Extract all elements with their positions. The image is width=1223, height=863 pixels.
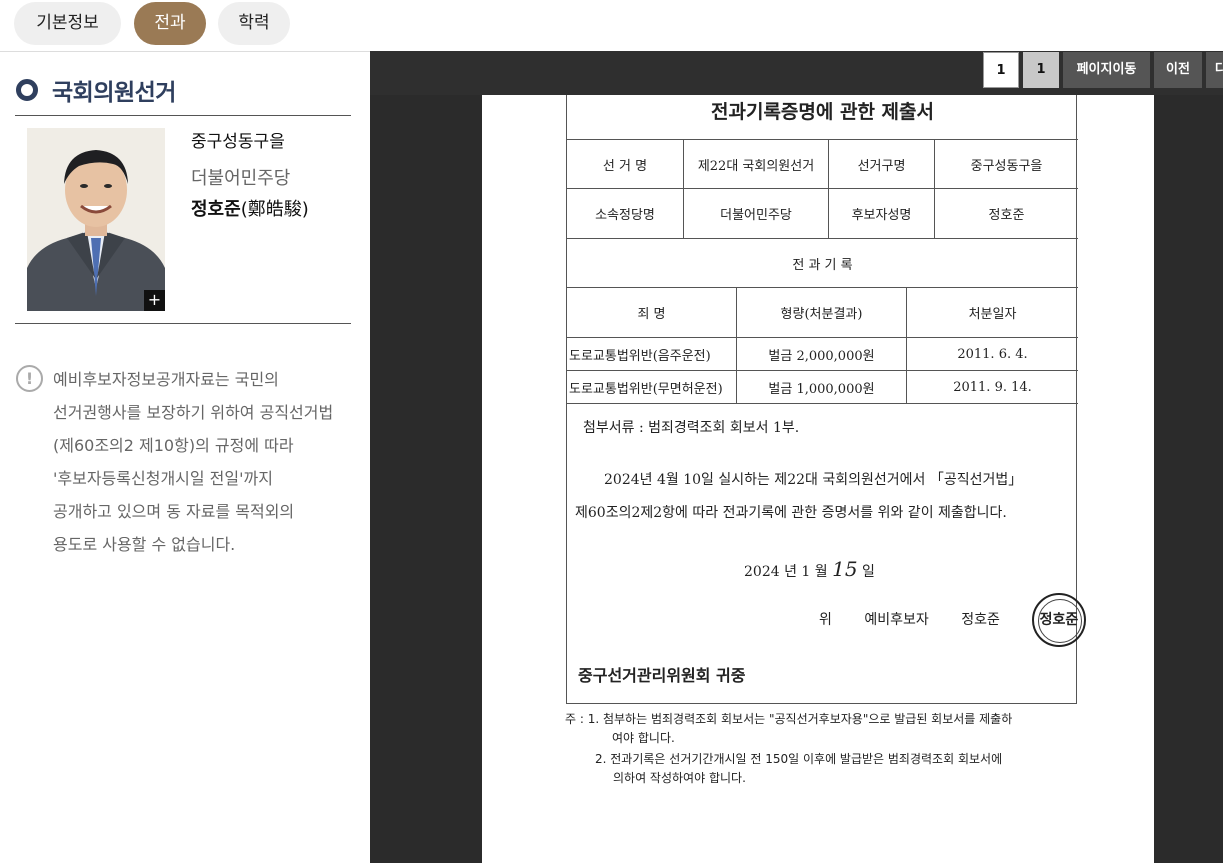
tab-basic-info[interactable]: 기본정보 bbox=[14, 2, 121, 45]
candidate-photo bbox=[27, 128, 165, 311]
signature-line: 위 예비후보자 정호준 bbox=[819, 609, 1028, 629]
tab-bar: 기본정보 전과 학력 bbox=[0, 0, 1223, 51]
date-day-handwritten: 15 bbox=[832, 557, 858, 581]
document-page: 전과기록증명에 관한 제출서 선 거 명 제22대 국회의원선거 선거구명 중구… bbox=[482, 95, 1154, 863]
submission-date: 2024 년 1 월 15 일 bbox=[744, 557, 875, 581]
notice-line: 예비후보자정보공개자료는 국민의 bbox=[53, 370, 279, 389]
election-value: 제22대 국회의원선거 bbox=[684, 140, 829, 189]
seal-text: 정호준 bbox=[1039, 612, 1079, 628]
exclamation-icon: ! bbox=[16, 365, 43, 392]
notice-line: 공개하고 있으며 동 자료를 목적외의 bbox=[53, 502, 295, 521]
page-total: 1 bbox=[1023, 52, 1059, 88]
candidate-panel: 국회의원선거 + 중구성동구을 더불어민주당 정호준(鄭皓駿) ! 예비후보자정… bbox=[0, 51, 370, 863]
divider-bottom bbox=[15, 323, 351, 324]
candidate-district: 중구성동구을 bbox=[191, 132, 285, 152]
document-title: 전과기록증명에 관한 제출서 bbox=[567, 95, 1078, 140]
district-value: 중구성동구을 bbox=[935, 140, 1078, 189]
go-to-page-button[interactable]: 페이지이동 bbox=[1063, 52, 1150, 88]
disclosure-notice: 예비후보자정보공개자료는 국민의 선거권행사를 보장하기 위하여 공직선거법 (… bbox=[53, 363, 358, 561]
notice-line: 용도로 사용할 수 없습니다. bbox=[53, 535, 236, 554]
enlarge-photo-button[interactable]: + bbox=[144, 290, 165, 311]
record-crime: 도로교통법위반(음주운전) bbox=[567, 338, 737, 371]
footnote-line: 주 : 1. 첨부하는 범죄경력조회 회보서는 "공직선거후보자용"으로 발급된… bbox=[565, 712, 1013, 726]
notice-line: (제60조의2 제10항)의 규정에 따라 bbox=[53, 436, 294, 455]
notice-line: 선거권행사를 보장하기 위하여 공직선거법 bbox=[53, 403, 334, 422]
circle-bullet-icon bbox=[16, 79, 38, 101]
sign-name: 정호준 bbox=[961, 612, 1000, 628]
divider-top bbox=[15, 115, 351, 116]
record-crime: 도로교통법위반(무면허운전) bbox=[567, 371, 737, 404]
district-label: 선거구명 bbox=[829, 140, 935, 189]
column-date: 처분일자 bbox=[907, 288, 1078, 338]
record-date: 2011. 9. 14. bbox=[907, 371, 1078, 404]
footnote-line: 의하여 작성하여야 합니다. bbox=[613, 771, 746, 785]
sign-wi: 위 bbox=[819, 612, 832, 628]
candidate-name-line: 정호준(鄭皓駿) bbox=[191, 195, 309, 221]
sign-role: 예비후보자 bbox=[864, 612, 929, 628]
candidate-party: 더불어민주당 bbox=[191, 168, 291, 189]
tab-education[interactable]: 학력 bbox=[218, 2, 290, 45]
record-date: 2011. 6. 4. bbox=[907, 338, 1078, 371]
election-label: 선 거 명 bbox=[567, 140, 684, 189]
party-label: 소속정당명 bbox=[567, 189, 684, 239]
candidate-value: 정호준 bbox=[935, 189, 1078, 239]
column-crime: 죄 명 bbox=[567, 288, 737, 338]
footnote-line: 2. 전과기록은 선거기간개시일 전 150일 이후에 발급받은 범죄경력조회 … bbox=[595, 752, 1003, 766]
notice-line: '후보자등록신청개시일 전일'까지 bbox=[53, 469, 273, 488]
candidate-label: 후보자성명 bbox=[829, 189, 935, 239]
next-page-button[interactable]: 다 bbox=[1206, 52, 1223, 88]
candidate-name: 정호준 bbox=[191, 199, 241, 220]
record-penalty: 벌금 2,000,000원 bbox=[737, 338, 907, 371]
date-suffix: 일 bbox=[862, 564, 875, 580]
party-value: 더불어민주당 bbox=[684, 189, 829, 239]
recipient: 중구선거관리위원회 귀중 bbox=[578, 666, 746, 685]
previous-page-button[interactable]: 이전 bbox=[1154, 52, 1202, 88]
footnote-line: 여야 합니다. bbox=[612, 731, 675, 745]
section-heading: 국회의원선거 bbox=[16, 72, 176, 108]
document-viewer: 1 1 페이지이동 이전 다 전과기록증명에 관한 제출서 선 거 명 제22대… bbox=[370, 51, 1223, 863]
candidate-name-hanja: (鄭皓駿) bbox=[240, 199, 309, 220]
record-penalty: 벌금 1,000,000원 bbox=[737, 371, 907, 404]
page-number-input[interactable]: 1 bbox=[983, 52, 1019, 88]
record-heading: 전 과 기 록 bbox=[567, 239, 1078, 288]
seal-stamp-icon: 정호준 bbox=[1032, 593, 1086, 647]
column-penalty: 형량(처분결과) bbox=[737, 288, 907, 338]
viewer-toolbar: 1 1 페이지이동 이전 다 bbox=[370, 51, 1223, 95]
tab-criminal-record[interactable]: 전과 bbox=[134, 2, 206, 45]
date-prefix: 2024 년 1 월 bbox=[744, 564, 828, 580]
statement-line: 제60조의2제2항에 따라 전과기록에 관한 증명서를 위와 같이 제출합니다. bbox=[575, 505, 1007, 521]
attachment-note: 첨부서류 : 범죄경력조회 회보서 1부. bbox=[583, 420, 800, 436]
section-title: 국회의원선거 bbox=[52, 80, 176, 106]
statement-line: 2024년 4월 10일 실시하는 제22대 국회의원선거에서 「공직선거법」 bbox=[604, 472, 1023, 488]
